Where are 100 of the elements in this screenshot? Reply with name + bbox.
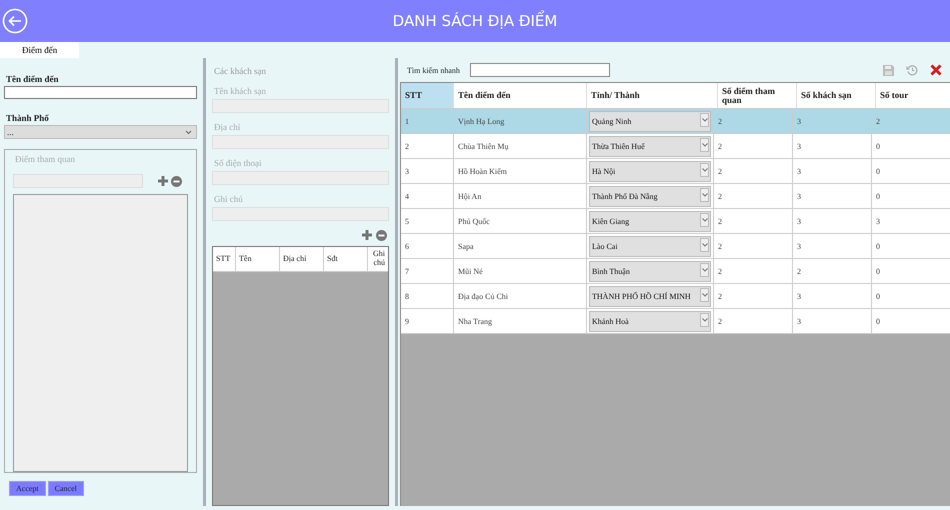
column-header: STT [401,83,454,108]
table-cell: 2 [714,234,793,258]
province-dropdown[interactable]: Khánh Hoà [589,310,711,332]
table-cell: 2 [714,109,793,133]
column-header: Số tour [879,89,910,102]
table-cell: 2 [714,134,793,158]
table-cell-text: 0 [875,140,881,152]
province-dropdown[interactable]: Hà Nội [589,160,711,182]
table-row[interactable]: 7 Mũi Né Bình Thuận 2 2 0 [401,259,950,284]
table-cell: Vịnh Hạ Long [454,109,587,133]
search-field[interactable] [470,63,610,77]
tab[interactable]: Điểm đến [0,42,80,58]
table-row[interactable]: 4 Hội An Thành Phố Đà Nẵng 2 3 0 [401,184,950,209]
field-label: Thành Phố [6,113,50,123]
table-cell-text: 0 [875,190,881,202]
plus-icon[interactable] [158,176,168,186]
table-cell: 2 [714,259,793,283]
table-row[interactable]: 5 Phú Quốc Kiên Giang 2 3 3 [401,209,950,234]
table-cell-text: 0 [875,316,881,328]
chevron-down-icon [702,268,708,272]
province-dropdown[interactable]: Thành Phố Đà Nẵng [589,186,711,206]
table-row[interactable]: 6 Sapa Lào Cai 2 3 0 [401,234,950,259]
chevron-down-icon [702,142,708,146]
table-cell-text: 0 [875,166,881,178]
table-cell-text: 0 [875,266,881,278]
column-header: Địa chỉ [280,247,324,271]
province-dropdown[interactable]: Quảng Ninh [589,110,711,132]
province-dropdown[interactable]: Lào Cai [589,236,711,256]
back-button[interactable] [2,8,28,34]
field-label: Tên điểm đến [6,74,60,84]
table-cell: 3 [793,309,872,333]
column-header: Số điểm tham quan [718,83,797,108]
province-dropdown[interactable]: Kiên Giang [589,210,711,232]
table-cell: 3 [793,284,872,308]
table-cell-text: 3 [875,216,881,228]
column-header: Tên [236,247,280,271]
table-cell: 2 [714,184,793,208]
form-button[interactable]: Accept [9,481,46,496]
table-cell: 8 [401,284,454,308]
table-cell: Mũi Né [454,259,587,283]
close-icon[interactable] [930,64,942,76]
table-cell: 2 [714,284,793,308]
table-row[interactable]: 8 Địa đạo Củ Chi THÀNH PHỐ HỒ CHÍ MINH 2 3 0 [401,284,950,309]
search-label: Tìm kiếm nhanh [407,66,460,74]
table-cell: 2 [714,209,793,233]
chevron-down-icon [702,118,708,122]
column-header: Số khách sạn [797,83,876,108]
table-cell: 1 [401,109,454,133]
table-cell: Hội An [454,184,587,208]
province-dropdown[interactable]: THÀNH PHỐ HỒ CHÍ MINH [589,286,711,306]
table-cell-text: 0 [875,290,881,302]
table-cell: 3 [793,109,872,133]
name-input-field[interactable] [4,86,197,99]
table-cell: Phú Quốc [454,209,587,233]
chevron-down-icon [702,292,708,296]
table-cell: 5 [401,209,454,233]
page-title: DANH SÁCH ĐỊA ĐIỂM [392,12,558,30]
table-cell: 9 [401,309,454,333]
province-dropdown[interactable]: Bình Thuận [589,260,711,282]
table-cell-text: 2 [875,116,881,128]
table-cell: 3 [793,209,872,233]
table-cell: 7 [401,259,454,283]
table-row[interactable]: 9 Nha Trang Khánh Hoà 2 3 0 [401,309,950,334]
table-cell: Nha Trang [454,309,587,333]
minus-icon[interactable] [376,230,387,241]
attraction-input-field[interactable] [13,174,143,188]
table-cell: 3 [401,159,454,183]
field-label: Ghi chú [214,194,244,204]
form-button[interactable]: Cancel [48,481,84,496]
table-cell: 2 [714,159,793,183]
field-label: Địa chỉ [214,122,242,132]
table-cell: 4 [401,184,454,208]
table-row[interactable]: 2 Chùa Thiên Mụ Thừa Thiên Huế 2 3 0 [401,134,950,159]
history-icon[interactable] [906,64,918,76]
table-cell: Sapa [454,234,587,258]
city-dropdown[interactable]: ... [4,125,197,139]
table-cell: 2 [714,309,793,333]
table-cell: Chùa Thiên Mụ [454,134,587,158]
column-header: STT [213,247,236,271]
column-header: Tỉnh/ Thành [587,83,718,108]
column-header: Tên điểm đến [454,83,587,108]
table-cell: 3 [793,159,872,183]
table-cell: 3 [793,234,872,258]
table-cell: Hồ Hoàn Kiếm [454,159,587,183]
province-dropdown[interactable]: Thừa Thiên Huế [589,136,711,156]
chevron-down-icon [702,242,708,246]
table-cell: 6 [401,234,454,258]
table-cell: Địa đạo Củ Chi [454,284,587,308]
chevron-down-icon [702,318,708,322]
chevron-down-icon [702,218,708,222]
section-title: Các khách sạn [214,66,267,76]
chevron-down-icon [702,192,708,196]
chevron-down-icon [185,130,192,134]
minus-icon[interactable] [171,176,182,186]
table-row[interactable]: 3 Hồ Hoàn Kiếm Hà Nội 2 3 0 [401,159,950,184]
save-icon[interactable] [883,64,894,76]
table-row[interactable]: 1 Vịnh Hạ Long Quảng Ninh 2 3 2 [401,109,950,134]
field-label: Tên khách sạn [214,86,267,96]
column-header: Ghi chú [372,248,386,269]
plus-icon[interactable] [362,230,372,240]
